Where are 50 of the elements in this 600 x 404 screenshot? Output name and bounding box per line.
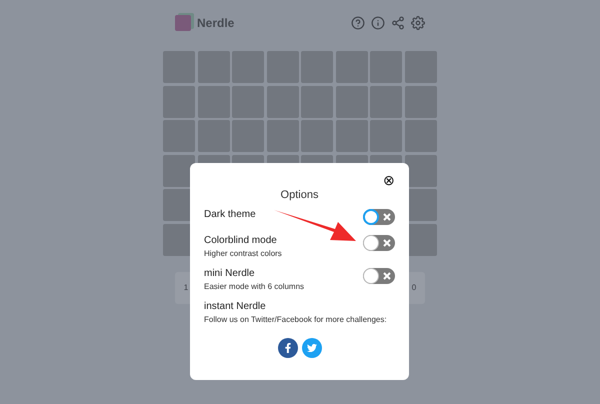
grid-tile	[266, 120, 299, 152]
grid-tile	[266, 51, 299, 83]
grid-tile	[163, 86, 196, 118]
option-label: instant Nerdle	[204, 301, 267, 312]
x-icon	[383, 239, 391, 247]
grid-tile	[370, 120, 402, 152]
option-hint: Follow us on Twitter/Facebook for more challenges:	[204, 315, 387, 324]
info-icon[interactable]	[371, 16, 385, 30]
logo-icon	[175, 15, 191, 31]
option-label: Colorblind mode	[204, 235, 278, 246]
share-icon[interactable]	[391, 16, 405, 30]
facebook-button[interactable]	[278, 338, 298, 358]
grid-tile	[370, 86, 402, 118]
help-icon[interactable]	[351, 16, 365, 30]
grid-tile	[301, 86, 334, 118]
grid-tile	[301, 120, 334, 152]
option-label: Dark theme	[204, 209, 256, 220]
option-hint: Higher contrast colors	[204, 249, 282, 258]
grid-tile	[336, 86, 368, 118]
toggle-switch[interactable]	[363, 235, 395, 251]
bird-icon	[306, 343, 316, 353]
twitter-button[interactable]	[302, 338, 322, 358]
grid-tile	[266, 86, 299, 118]
grid-tile	[232, 120, 264, 152]
grid-tile	[404, 51, 437, 83]
grid-tile	[336, 51, 368, 83]
facebook-icon	[282, 343, 292, 353]
toggle-switch[interactable]	[363, 268, 395, 284]
grid-tile	[163, 51, 196, 83]
close-button[interactable]: ⊗	[383, 173, 395, 187]
grid-tile	[301, 51, 334, 83]
option-hint: Easier mode with 6 columns	[204, 282, 304, 291]
grid-tile	[198, 86, 230, 118]
grid-tile	[404, 120, 437, 152]
option-label: mini Nerdle	[204, 268, 256, 279]
grid-tile	[163, 120, 196, 152]
dialog-title: Options	[280, 189, 320, 201]
settings-icon[interactable]	[411, 16, 425, 30]
grid-tile	[370, 51, 402, 83]
grid-tile	[336, 120, 368, 152]
grid-tile	[232, 86, 264, 118]
grid-tile	[404, 86, 437, 118]
app-title: Nerdle	[197, 16, 236, 30]
x-icon	[383, 213, 391, 221]
x-icon	[383, 272, 391, 280]
toggle-switch[interactable]	[363, 209, 395, 225]
grid-tile	[198, 51, 230, 83]
grid-tile	[232, 51, 264, 83]
grid-tile	[198, 120, 230, 152]
grid-tile	[404, 154, 437, 186]
